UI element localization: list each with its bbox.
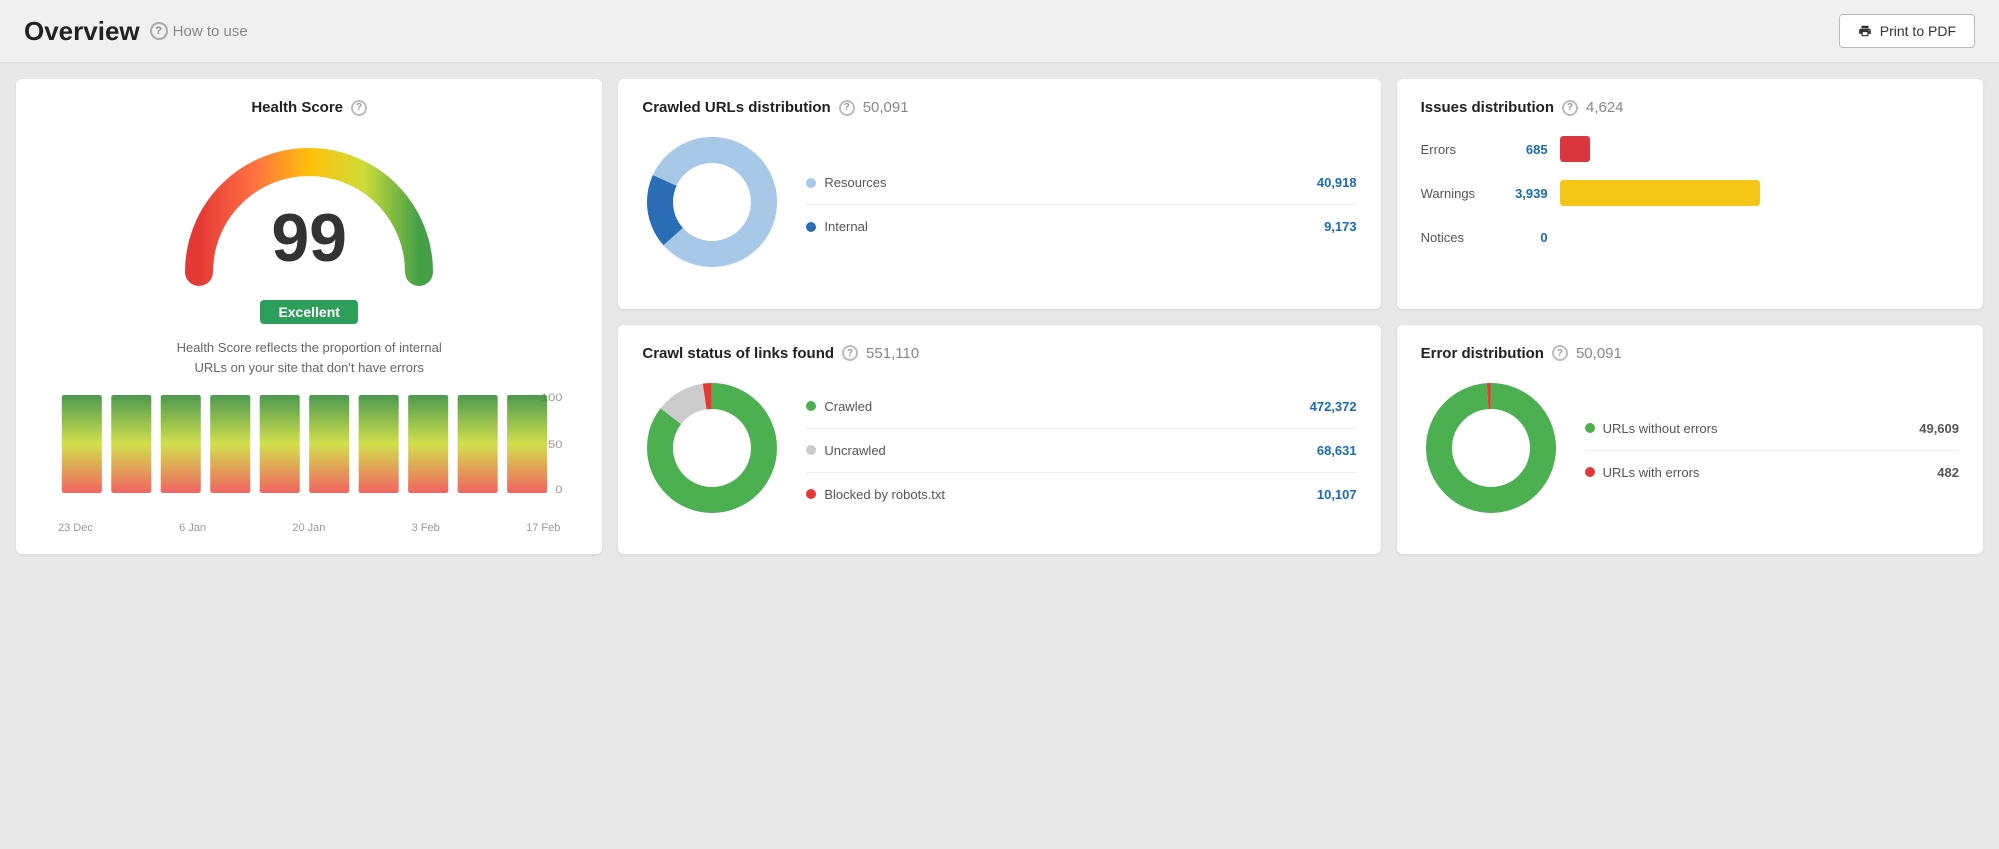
health-score-title: Health Score ? bbox=[251, 99, 367, 116]
crawl-status-title: Crawl status of links found ? 551,110 bbox=[642, 345, 1356, 362]
error-distribution-title: Error distribution ? 50,091 bbox=[1421, 345, 1959, 362]
with-errors-value: 482 bbox=[1937, 465, 1959, 480]
notices-label: Notices bbox=[1421, 230, 1491, 245]
x-label-6jan: 6 Jan bbox=[179, 522, 206, 534]
issues-distribution-card: Issues distribution ? 4,624 Errors 685 W… bbox=[1397, 79, 1983, 309]
x-label-20jan: 20 Jan bbox=[292, 522, 325, 534]
svg-text:0: 0 bbox=[555, 483, 563, 496]
warnings-bar bbox=[1560, 180, 1760, 206]
page-title: Overview bbox=[24, 16, 140, 47]
no-errors-dot bbox=[1585, 423, 1595, 433]
legend-item-resources: Resources 40,918 bbox=[806, 175, 1356, 190]
resources-dot bbox=[806, 178, 816, 188]
notices-bar-wrap bbox=[1560, 224, 1760, 250]
crawled-urls-card: Crawled URLs distribution ? 50,091 bbox=[618, 79, 1380, 309]
error-dist-legend: URLs without errors 49,609 URLs with err… bbox=[1585, 421, 1959, 480]
legend-uncrawled: Uncrawled 68,631 bbox=[806, 443, 1356, 458]
internal-dot bbox=[806, 222, 816, 232]
with-errors-dot bbox=[1585, 467, 1595, 477]
dashboard: Crawled URLs distribution ? 50,091 bbox=[0, 63, 1999, 570]
crawled-urls-title: Crawled URLs distribution ? 50,091 bbox=[642, 99, 1356, 116]
warnings-count: 3,939 bbox=[1503, 186, 1548, 201]
blocked-dot bbox=[806, 489, 816, 499]
warnings-bar-wrap bbox=[1560, 180, 1760, 206]
health-score-help-icon[interactable]: ? bbox=[351, 100, 367, 116]
crawl-status-legend: Crawled 472,372 Uncrawled 68,631 Blocked… bbox=[806, 399, 1356, 502]
crawled-dot bbox=[806, 401, 816, 411]
x-label-3feb: 3 Feb bbox=[412, 522, 440, 534]
legend-urls-without-errors: URLs without errors 49,609 bbox=[1585, 421, 1959, 436]
print-icon bbox=[1858, 24, 1872, 38]
crawled-urls-donut bbox=[642, 132, 782, 277]
issues-row-notices: Notices 0 bbox=[1421, 224, 1959, 250]
crawled-urls-chart-row: Resources 40,918 Internal 9,173 bbox=[642, 132, 1356, 277]
crawl-status-card: Crawl status of links found ? 551,110 Cr… bbox=[618, 325, 1380, 555]
health-bar-chart: 100 50 0 bbox=[40, 393, 578, 534]
print-button[interactable]: Print to PDF bbox=[1839, 14, 1975, 48]
error-dist-chart-row: URLs without errors 49,609 URLs with err… bbox=[1421, 378, 1959, 523]
crawl-status-donut bbox=[642, 378, 782, 523]
issues-rows: Errors 685 Warnings 3,939 Notices 0 bbox=[1421, 136, 1959, 250]
crawled-urls-legend: Resources 40,918 Internal 9,173 bbox=[806, 175, 1356, 234]
errors-label: Errors bbox=[1421, 142, 1491, 157]
error-dist-total: 50,091 bbox=[1576, 345, 1622, 362]
help-icon: ? bbox=[150, 22, 168, 40]
print-button-label: Print to PDF bbox=[1880, 23, 1956, 39]
health-gauge: 99 bbox=[179, 132, 439, 292]
error-dist-donut bbox=[1421, 378, 1561, 523]
uncrawled-dot bbox=[806, 445, 816, 455]
legend-crawled: Crawled 472,372 bbox=[806, 399, 1356, 414]
how-to-use-label: How to use bbox=[173, 23, 248, 40]
x-label-23dec: 23 Dec bbox=[58, 522, 93, 534]
excellent-badge: Excellent bbox=[260, 300, 357, 324]
no-errors-value: 49,609 bbox=[1919, 421, 1959, 436]
crawl-status-chart-row: Crawled 472,372 Uncrawled 68,631 Blocked… bbox=[642, 378, 1356, 523]
internal-value: 9,173 bbox=[1324, 219, 1357, 234]
health-score-card: Health Score ? bbox=[16, 79, 602, 554]
crawled-value: 472,372 bbox=[1310, 399, 1357, 414]
legend-urls-with-errors: URLs with errors 482 bbox=[1585, 465, 1959, 480]
issues-row-errors: Errors 685 bbox=[1421, 136, 1959, 162]
errors-bar-wrap bbox=[1560, 136, 1760, 162]
crawled-urls-total: 50,091 bbox=[863, 99, 909, 116]
crawled-urls-help-icon[interactable]: ? bbox=[839, 100, 855, 116]
uncrawled-value: 68,631 bbox=[1317, 443, 1357, 458]
legend-item-internal: Internal 9,173 bbox=[806, 219, 1356, 234]
header-left: Overview ? How to use bbox=[24, 16, 248, 47]
issues-total: 4,624 bbox=[1586, 99, 1624, 116]
error-distribution-card: Error distribution ? 50,091 URLs without… bbox=[1397, 325, 1983, 555]
health-description: Health Score reflects the proportion of … bbox=[177, 338, 442, 377]
issues-distribution-title: Issues distribution ? 4,624 bbox=[1421, 99, 1959, 116]
issues-help-icon[interactable]: ? bbox=[1562, 100, 1578, 116]
errors-count: 685 bbox=[1503, 142, 1548, 157]
x-label-17feb: 17 Feb bbox=[526, 522, 560, 534]
errors-bar bbox=[1560, 136, 1590, 162]
error-dist-help-icon[interactable]: ? bbox=[1552, 345, 1568, 361]
notices-count: 0 bbox=[1503, 230, 1548, 245]
resources-value: 40,918 bbox=[1317, 175, 1357, 190]
blocked-value: 10,107 bbox=[1317, 487, 1357, 502]
svg-text:50: 50 bbox=[548, 438, 563, 451]
legend-blocked: Blocked by robots.txt 10,107 bbox=[806, 487, 1356, 502]
health-score-value: 99 bbox=[271, 204, 347, 272]
how-to-use-link[interactable]: ? How to use bbox=[150, 22, 248, 40]
crawl-status-total: 551,110 bbox=[866, 345, 919, 362]
warnings-label: Warnings bbox=[1421, 186, 1491, 201]
issues-row-warnings: Warnings 3,939 bbox=[1421, 180, 1959, 206]
page-header: Overview ? How to use Print to PDF bbox=[0, 0, 1999, 63]
crawl-status-help-icon[interactable]: ? bbox=[842, 345, 858, 361]
